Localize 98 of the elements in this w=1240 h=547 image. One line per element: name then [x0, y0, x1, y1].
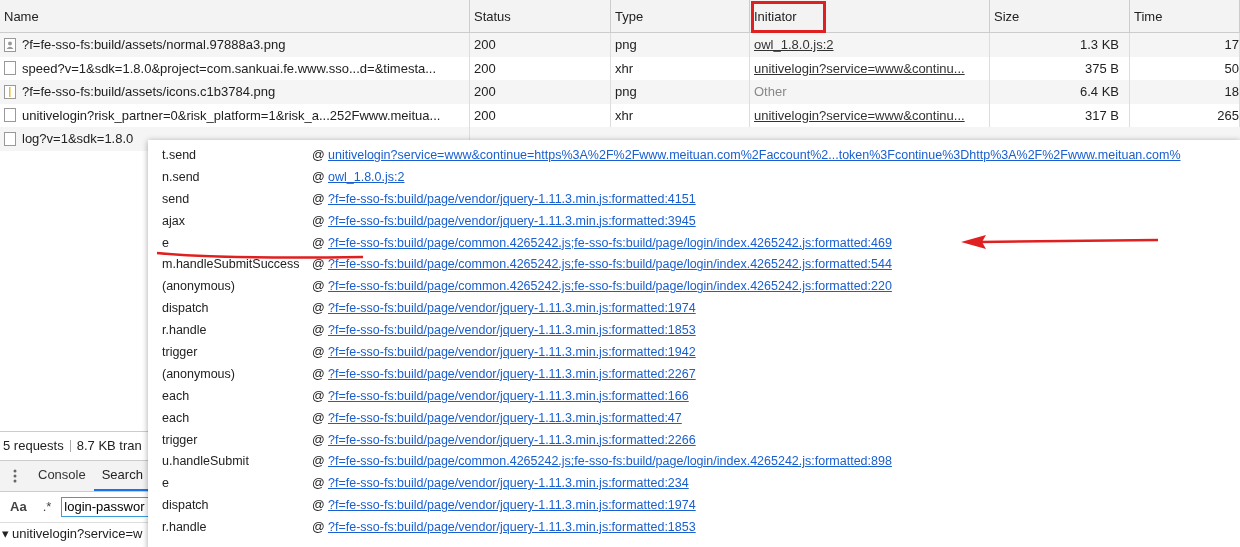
- source-link[interactable]: ?f=fe-sso-fs:build/page/vendor/jquery-1.11.3.min.js:formatted:1942: [328, 344, 696, 359]
- function-name: each: [162, 388, 191, 403]
- time-value: 265: [1217, 107, 1239, 123]
- request-name[interactable]: speed?v=1&sdk=1.8.0&project=com.sankuai.fe.www.sso...d=&timesta...: [22, 60, 437, 76]
- source-link[interactable]: ?f=fe-sso-fs:build/page/vendor/jquery-1.11.3.min.js:formatted:2266: [328, 432, 696, 447]
- at-sign: @: [312, 366, 326, 381]
- at-sign: @: [312, 169, 326, 184]
- search-result[interactable]: unitivelogin?service=w: [12, 526, 143, 541]
- column-header[interactable]: Status: [470, 0, 611, 32]
- function-name: e: [162, 476, 170, 491]
- transfer-size: 8.7 KB tran: [76, 438, 142, 453]
- time-value: 17: [1224, 37, 1239, 53]
- source-link[interactable]: ?f=fe-sso-fs:build/page/vendor/jquery-1.11.3.min.js:formatted:3945: [328, 213, 696, 228]
- status-code: 200: [474, 107, 496, 123]
- source-link[interactable]: ?f=fe-sso-fs:build/page/vendor/jquery-1.11.3.min.js:formatted:4151: [328, 191, 696, 206]
- at-sign: @: [312, 147, 326, 162]
- column-header[interactable]: Initiator: [750, 0, 990, 32]
- status-code: 200: [474, 37, 496, 53]
- request-count: 5 requests: [3, 438, 64, 453]
- function-name: (anonymous): [162, 366, 236, 381]
- initiator-link[interactable]: unitivelogin?service=www&continu...: [754, 107, 965, 123]
- at-sign: @: [312, 388, 326, 403]
- initiator-link[interactable]: owl_1.8.0.js:2: [754, 37, 834, 53]
- function-name: e: [162, 235, 170, 250]
- source-link[interactable]: ?f=fe-sso-fs:build/page/vendor/jquery-1.11.3.min.js:formatted:1853: [328, 520, 696, 535]
- request-name[interactable]: unitivelogin?risk_partner=0&risk_platform=1&risk_a...252Fwww.meitua...: [22, 107, 441, 123]
- column-header[interactable]: Name: [0, 0, 470, 32]
- regex-toggle[interactable]: .*: [36, 499, 58, 514]
- function-name: u.handleSubmit: [162, 454, 250, 469]
- source-link[interactable]: ?f=fe-sso-fs:build/page/common.4265242.js;fe-sso-fs:build/page/login/index.4265242.js:formatted:544: [328, 257, 892, 272]
- file-icon: [4, 131, 16, 146]
- source-link[interactable]: ?f=fe-sso-fs:build/page/common.4265242.js;fe-sso-fs:build/page/login/index.4265242.js:formatted:469: [328, 235, 892, 250]
- column-header[interactable]: Size: [990, 0, 1130, 32]
- image-file-icon: [4, 37, 16, 52]
- function-name: dispatch: [162, 498, 210, 513]
- match-case-toggle[interactable]: Aa: [4, 499, 33, 514]
- source-link[interactable]: ?f=fe-sso-fs:build/page/vendor/jquery-1.11.3.min.js:formatted:166: [328, 388, 689, 403]
- at-sign: @: [312, 454, 326, 469]
- size-value: 1.3 KB: [1079, 37, 1119, 53]
- drawer-tab[interactable]: Console: [30, 460, 94, 491]
- column-header[interactable]: Time: [1130, 0, 1240, 32]
- initiator-text: Other: [754, 84, 787, 100]
- at-sign: @: [312, 344, 326, 359]
- function-name: trigger: [162, 432, 199, 447]
- resource-type: xhr: [615, 107, 634, 123]
- function-name: n.send: [162, 169, 201, 184]
- size-value: 317 B: [1085, 107, 1119, 123]
- request-name[interactable]: log?v=1&sdk=1.8.0: [22, 131, 134, 147]
- source-link[interactable]: ?f=fe-sso-fs:build/page/common.4265242.js;fe-sso-fs:build/page/login/index.4265242.js:formatted:220: [328, 279, 892, 294]
- at-sign: @: [312, 301, 326, 316]
- at-sign: @: [312, 235, 326, 250]
- resource-type: xhr: [615, 60, 634, 76]
- function-name: ajax: [162, 213, 186, 228]
- status-code: 200: [474, 60, 496, 76]
- source-link[interactable]: ?f=fe-sso-fs:build/page/vendor/jquery-1.11.3.min.js:formatted:234: [328, 476, 689, 491]
- function-name: send: [162, 191, 191, 206]
- image-file-icon: [4, 84, 16, 99]
- at-sign: @: [312, 257, 326, 272]
- at-sign: @: [312, 213, 326, 228]
- request-name[interactable]: ?f=fe-sso-fs:build/assets/icons.c1b3784.png: [22, 84, 276, 100]
- function-name: m.handleSubmitSuccess: [162, 257, 301, 272]
- file-icon: [4, 61, 16, 76]
- at-sign: @: [312, 520, 326, 535]
- at-sign: @: [312, 410, 326, 425]
- function-name: r.handle: [162, 520, 208, 535]
- time-value: 18: [1224, 84, 1239, 100]
- function-name: dispatch: [162, 301, 210, 316]
- source-link[interactable]: ?f=fe-sso-fs:build/page/common.4265242.js;fe-sso-fs:build/page/login/index.4265242.js:formatted:898: [328, 454, 892, 469]
- at-sign: @: [312, 323, 326, 338]
- source-link[interactable]: unitivelogin?service=www&continue=https%3A%2F%2Fwww.meituan.com%2Faccount%2...token%3Fcontinue%3Dhttp%3A%2F%2Fwww.meituan.com%: [328, 147, 1181, 162]
- resource-type: png: [615, 84, 637, 100]
- column-header[interactable]: Type: [611, 0, 750, 32]
- source-link[interactable]: ?f=fe-sso-fs:build/page/vendor/jquery-1.11.3.min.js:formatted:2267: [328, 366, 696, 381]
- resource-type: png: [615, 37, 637, 53]
- expand-arrow[interactable]: ▾: [2, 526, 9, 541]
- size-value: 375 B: [1085, 60, 1119, 76]
- source-link[interactable]: ?f=fe-sso-fs:build/page/vendor/jquery-1.11.3.min.js:formatted:1853: [328, 323, 696, 338]
- function-name: t.send: [162, 147, 198, 162]
- at-sign: @: [312, 279, 326, 294]
- more-icon[interactable]: [13, 468, 17, 483]
- time-value: 50: [1224, 60, 1239, 76]
- source-link[interactable]: ?f=fe-sso-fs:build/page/vendor/jquery-1.11.3.min.js:formatted:1974: [328, 301, 696, 316]
- at-sign: @: [312, 476, 326, 491]
- function-name: each: [162, 410, 191, 425]
- source-link[interactable]: ?f=fe-sso-fs:build/page/vendor/jquery-1.11.3.min.js:formatted:47: [328, 410, 682, 425]
- at-sign: @: [312, 498, 326, 513]
- function-name: (anonymous): [162, 279, 236, 294]
- function-name: r.handle: [162, 323, 208, 338]
- function-name: trigger: [162, 344, 199, 359]
- at-sign: @: [312, 191, 326, 206]
- initiator-link[interactable]: unitivelogin?service=www&continu...: [754, 60, 965, 76]
- source-link[interactable]: owl_1.8.0.js:2: [328, 169, 405, 184]
- source-link[interactable]: ?f=fe-sso-fs:build/page/vendor/jquery-1.11.3.min.js:formatted:1974: [328, 498, 696, 513]
- size-value: 6.4 KB: [1079, 84, 1119, 100]
- status-code: 200: [474, 84, 496, 100]
- request-name[interactable]: ?f=fe-sso-fs:build/assets/normal.97888a3.png: [22, 37, 286, 53]
- at-sign: @: [312, 432, 326, 447]
- file-icon: [4, 108, 16, 123]
